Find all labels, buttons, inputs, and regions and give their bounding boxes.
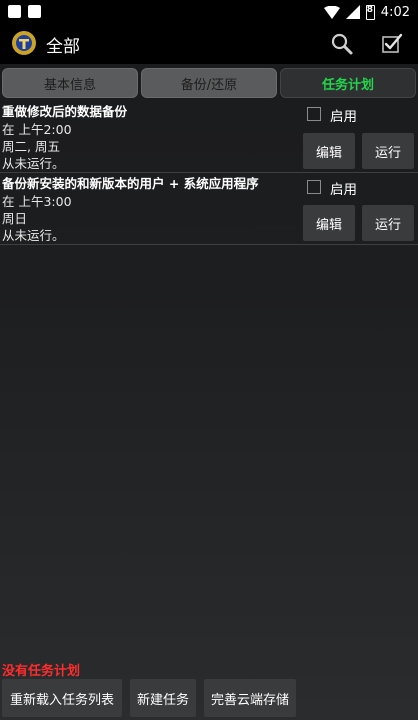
app-bar: 全部 — [0, 24, 418, 64]
tab-basic-info[interactable]: 基本信息 — [2, 68, 138, 98]
enable-label: 启用 — [330, 182, 357, 198]
run-button[interactable]: 运行 — [362, 205, 414, 241]
task-item: 备份新安装的和新版本的用户 + 系统应用程序 在 上午3:00 周日 从未运行。… — [0, 172, 418, 245]
task-item: 重做修改后的数据备份 在 上午2:00 周二, 周五 从未运行。 启用 编辑 运… — [0, 100, 418, 173]
no-schedules-note: 没有任务计划 — [2, 664, 81, 679]
enable-checkbox[interactable] — [307, 180, 321, 194]
task-last-run: 从未运行。 — [2, 156, 65, 171]
battery-icon: 8 — [365, 4, 375, 20]
task-title: 重做修改后的数据备份 — [2, 104, 128, 119]
new-task-button[interactable]: 新建任务 — [130, 679, 196, 717]
reload-task-list-button[interactable]: 重新载入任务列表 — [2, 679, 122, 717]
enable-checkbox[interactable] — [307, 107, 321, 121]
battery-level: 8 — [366, 4, 374, 15]
task-last-run: 从未运行。 — [2, 228, 65, 243]
cloud-storage-button[interactable]: 完善云端存储 — [204, 679, 296, 717]
tab-bar: 基本信息 备份/还原 任务计划 — [0, 66, 418, 100]
notification-icon — [8, 5, 21, 18]
task-title: 备份新安装的和新版本的用户 + 系统应用程序 — [2, 176, 259, 191]
titanium-backup-logo-icon[interactable] — [11, 30, 37, 56]
page-title: 全部 — [46, 37, 80, 57]
edit-button[interactable]: 编辑 — [303, 205, 355, 241]
tab-backup-restore[interactable]: 备份/还原 — [141, 68, 277, 98]
run-button[interactable]: 运行 — [362, 133, 414, 169]
tab-schedules[interactable]: 任务计划 — [280, 68, 416, 98]
search-icon[interactable] — [330, 32, 354, 56]
notification-icon — [28, 5, 41, 18]
status-bar: 8 4:02 — [0, 0, 418, 24]
clock: 4:02 — [380, 4, 410, 20]
wifi-icon — [323, 5, 340, 19]
batch-checklist-icon[interactable] — [380, 32, 404, 56]
edit-button[interactable]: 编辑 — [303, 133, 355, 169]
enable-label: 启用 — [330, 109, 357, 125]
signal-icon — [345, 5, 360, 19]
